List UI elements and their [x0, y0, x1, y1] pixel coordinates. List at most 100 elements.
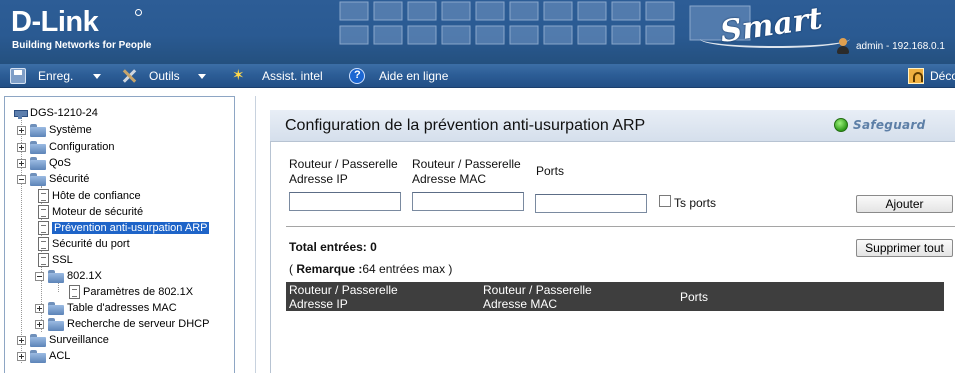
page-icon — [38, 253, 49, 267]
tree-item-moteur-securite[interactable]: Moteur de sécurité — [38, 204, 143, 220]
ip-field-label-line2: Adresse IP — [289, 172, 348, 186]
page-icon — [38, 189, 49, 203]
tree-item-surveillance[interactable]: Surveillance — [17, 332, 109, 348]
expand-plus-icon[interactable] — [35, 319, 44, 329]
column-header-ports: Ports — [680, 289, 709, 304]
tree-item-label: Hôte de confiance — [52, 190, 141, 202]
delete-all-button[interactable]: Supprimer tout — [856, 239, 953, 257]
tree-item-label: ACL — [49, 350, 71, 362]
expand-plus-icon[interactable] — [17, 335, 26, 345]
menu-help-label: Aide en ligne — [379, 69, 449, 83]
remark-text: 64 entrées max ) — [362, 262, 453, 276]
menu-wizard[interactable]: Assist. intel — [232, 64, 323, 88]
folder-icon — [48, 317, 64, 331]
tree-item-arp-spoofing[interactable]: Prévention anti-usurpation ARP — [38, 220, 210, 236]
page-title: Configuration de la prévention anti-usur… — [285, 117, 646, 134]
ip-field-label: Routeur / Passerelle Adresse IP — [289, 157, 398, 187]
menu-logout-label: Déco — [930, 69, 955, 83]
menu-tools-label: Outils — [149, 69, 180, 83]
menu-tools[interactable]: Outils — [121, 64, 206, 88]
tree-item-table-mac[interactable]: Table d'adresses MAC — [35, 300, 177, 316]
chevron-down-icon — [93, 73, 102, 79]
tree-item-params-8021x[interactable]: Paramètres de 802.1X — [69, 284, 193, 300]
tree-item-dhcp-server[interactable]: Recherche de serveur DHCP — [35, 316, 209, 332]
collapse-minus-icon[interactable] — [17, 174, 26, 184]
mac-field-label-line1: Routeur / Passerelle — [412, 157, 521, 171]
tools-icon — [121, 68, 137, 84]
user-info: admin - 192.168.0.1 — [836, 38, 945, 54]
total-entries: Total entrées: 0 — [289, 240, 377, 254]
navigation-tree: DGS-1210-24 Système Configuration QoS Sé… — [4, 96, 235, 373]
folder-icon — [30, 156, 46, 170]
header-banner: D-Link Building Networks for People Smar… — [0, 0, 955, 64]
folder-icon — [48, 301, 64, 315]
tree-item-label: SSL — [52, 254, 73, 266]
menu-save-label: Enreg. — [38, 69, 74, 83]
tree-root-label: DGS-1210-24 — [30, 107, 98, 119]
page-icon — [38, 221, 49, 235]
mac-field-label: Routeur / Passerelle Adresse MAC — [412, 157, 521, 187]
tree-item-securite-port[interactable]: Sécurité du port — [38, 236, 130, 252]
gateway-mac-input[interactable] — [412, 192, 524, 211]
page-icon — [38, 237, 49, 251]
chevron-down-icon — [197, 73, 206, 79]
column-header-gateway-mac: Routeur / Passerelle Adresse MAC — [483, 282, 592, 311]
tree-item-configuration[interactable]: Configuration — [17, 139, 114, 155]
column-header-line: Routeur / Passerelle — [483, 282, 592, 297]
column-header-gateway-ip: Routeur / Passerelle Adresse IP — [289, 282, 398, 311]
menu-bar: Enreg. Outils Assist. intel Aide en lign… — [0, 64, 955, 88]
tree-item-qos[interactable]: QoS — [17, 155, 71, 171]
logo-tagline: Building Networks for People — [12, 40, 152, 51]
folder-open-icon — [48, 269, 64, 283]
logout-icon — [908, 68, 924, 84]
add-button[interactable]: Ajouter — [856, 195, 953, 213]
expand-plus-icon[interactable] — [17, 125, 26, 135]
switch-icon — [13, 106, 28, 120]
safeguard-status-icon — [834, 118, 848, 132]
tree-item-label: Moteur de sécurité — [52, 206, 144, 218]
menu-wizard-label: Assist. intel — [262, 69, 323, 83]
page-icon — [38, 205, 49, 219]
all-ports-checkbox[interactable] — [659, 195, 671, 207]
folder-icon — [30, 123, 46, 137]
tree-item-ssl[interactable]: SSL — [38, 252, 73, 268]
safeguard-indicator[interactable]: Safeguard — [834, 118, 926, 132]
entries-table-header: Routeur / Passerelle Adresse IP Routeur … — [286, 282, 944, 311]
expand-plus-icon[interactable] — [35, 303, 44, 313]
menu-save[interactable]: Enreg. — [10, 64, 102, 88]
mac-field-label-line2: Adresse MAC — [412, 172, 487, 186]
gateway-ip-input[interactable] — [289, 192, 401, 211]
tree-item-hote-confiance[interactable]: Hôte de confiance — [38, 188, 141, 204]
user-icon — [836, 38, 850, 54]
collapse-minus-icon[interactable] — [35, 271, 44, 281]
floppy-disk-icon — [10, 68, 26, 84]
page-icon — [69, 285, 80, 299]
wizard-icon — [232, 66, 248, 84]
tree-root[interactable]: DGS-1210-24 — [13, 105, 98, 121]
user-info-text: admin - 192.168.0.1 — [856, 40, 945, 52]
tree-item-label: Configuration — [49, 141, 115, 153]
folder-open-icon — [30, 172, 46, 186]
tree-item-label: Recherche de serveur DHCP — [67, 318, 210, 330]
expand-plus-icon[interactable] — [17, 142, 26, 152]
safeguard-label: Safeguard — [853, 118, 926, 132]
tree-item-8021x[interactable]: 802.1X — [35, 268, 102, 284]
page-title-bar: Configuration de la prévention anti-usur… — [270, 110, 955, 142]
tree-item-label: Paramètres de 802.1X — [83, 286, 194, 298]
menu-logout[interactable]: Déco — [908, 64, 955, 88]
all-ports-label: Ts ports — [674, 196, 717, 210]
expand-plus-icon[interactable] — [17, 158, 26, 168]
tree-item-acl[interactable]: ACL — [17, 348, 70, 364]
remark-bold-label: Remarque : — [296, 262, 363, 276]
ip-field-label-line1: Routeur / Passerelle — [289, 157, 398, 171]
tree-item-label: Surveillance — [49, 334, 109, 346]
tree-item-securite[interactable]: Sécurité — [17, 171, 89, 187]
tree-item-systeme[interactable]: Système — [17, 122, 92, 138]
ports-input[interactable] — [535, 194, 647, 213]
column-header-line: Routeur / Passerelle — [289, 282, 398, 297]
tree-item-label: Sécurité du port — [52, 238, 130, 250]
menu-help[interactable]: Aide en ligne — [349, 64, 448, 88]
folder-icon — [30, 349, 46, 363]
expand-plus-icon[interactable] — [17, 351, 26, 361]
tree-item-label: Sécurité — [49, 173, 90, 185]
